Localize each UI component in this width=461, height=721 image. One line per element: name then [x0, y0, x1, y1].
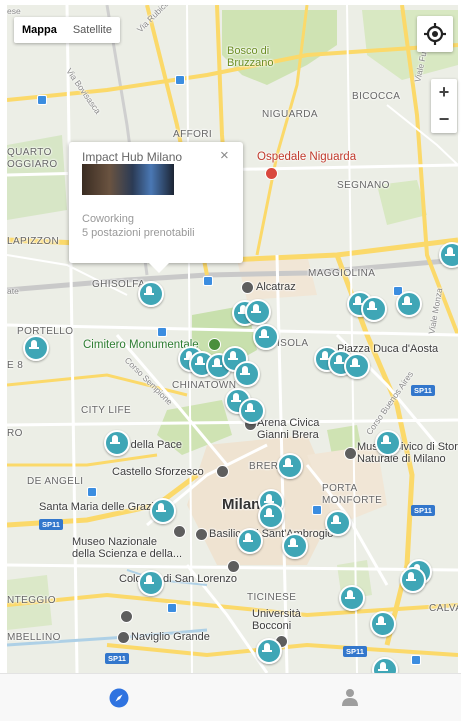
metro-stop-icon	[175, 75, 185, 85]
map-label-maggiolina: MAGGIOLINA	[308, 268, 376, 279]
map-label-nteggio: NTEGGIO	[7, 595, 56, 606]
canal-icon	[117, 631, 130, 644]
metro-stop-icon	[157, 327, 167, 337]
map-label-ghisolfa: GHISOLFA	[92, 279, 146, 290]
coworking-marker[interactable]	[282, 533, 308, 559]
coworking-marker[interactable]	[439, 242, 458, 268]
coworking-marker[interactable]	[277, 453, 303, 479]
basilica-icon	[195, 528, 208, 541]
road-badge: SP11	[411, 385, 435, 396]
info-window-category: Coworking	[82, 213, 134, 225]
map-label-arena: Arena Civica Gianni Brera	[257, 417, 320, 441]
zoom-control: + −	[431, 79, 457, 133]
map-label-ospedale: Ospedale Niguarda	[257, 151, 357, 163]
cemetery-icon	[208, 338, 221, 351]
coworking-marker[interactable]	[237, 528, 263, 554]
coworking-marker[interactable]	[253, 324, 279, 350]
venue-photo[interactable]	[82, 164, 174, 195]
coworking-marker[interactable]	[370, 611, 396, 637]
map-label-affori: AFFORI	[173, 129, 213, 140]
map-label-ticinese: TICINESE	[247, 592, 297, 603]
coworking-marker[interactable]	[258, 503, 284, 529]
museum-icon	[344, 447, 357, 460]
map-label-basilica: Basilica di Sant'Ambrogio	[209, 528, 334, 540]
map-label-city-life: CITY LIFE	[81, 405, 132, 416]
coworking-marker[interactable]	[138, 570, 164, 596]
coworking-marker[interactable]	[23, 335, 49, 361]
compass-icon	[109, 688, 129, 708]
coworking-marker[interactable]	[396, 291, 422, 317]
map-label-calva: CALVA	[429, 603, 458, 614]
metro-stop-icon	[37, 95, 47, 105]
nav-explore-button[interactable]	[0, 674, 230, 721]
map-label-niguarda: NIGUARDA	[262, 109, 318, 120]
landmark-icon	[227, 560, 240, 573]
map-label-isola: ISOLA	[277, 338, 309, 349]
coworking-marker[interactable]	[150, 498, 176, 524]
map-label-portello: PORTELLO	[17, 326, 74, 337]
coworking-marker[interactable]	[256, 638, 282, 664]
info-window-title[interactable]: Impact Hub Milano	[82, 150, 182, 164]
coworking-marker[interactable]	[104, 430, 130, 456]
coworking-marker[interactable]	[138, 281, 164, 307]
coworking-marker[interactable]	[344, 353, 370, 379]
my-location-button[interactable]	[417, 16, 453, 52]
nav-profile-button[interactable]	[230, 674, 460, 721]
map-label-naviglio: Naviglio Grande	[131, 631, 210, 643]
coworking-marker[interactable]	[339, 585, 365, 611]
road-badge: SP11	[39, 519, 63, 530]
close-icon[interactable]: ×	[220, 147, 229, 164]
map-label-colonne: Colonne di San Lorenzo	[119, 573, 238, 585]
metro-stop-icon	[411, 655, 421, 665]
road-badge: SP11	[411, 505, 435, 516]
metro-stop-icon	[87, 487, 97, 497]
map-type-map-button[interactable]: Mappa	[14, 17, 65, 43]
map-label-santa-maria: Santa Maria delle Grazie	[39, 501, 161, 513]
map-label-ese: ese	[7, 6, 21, 16]
metro-stop-icon	[203, 276, 213, 286]
map-label-castello: Castello Sforzesco	[112, 466, 204, 478]
coworking-marker[interactable]	[239, 398, 265, 424]
map-label-porta-monforte: PORTA MONFORTE	[322, 483, 383, 506]
map-label-bosco: Bosco di Bruzzano	[227, 45, 274, 69]
metro-stop-icon	[312, 505, 322, 515]
map-label-alcatraz: Alcatraz	[256, 281, 296, 293]
map-label-lapizzon: LAPIZZON	[7, 236, 60, 247]
map-label-e8: E 8	[7, 360, 24, 371]
poi-icon	[120, 610, 133, 623]
coworking-marker[interactable]	[375, 430, 401, 456]
map-label-universita: Università Bocconi	[252, 608, 301, 632]
map-label-segnano: SEGNANO	[337, 180, 390, 191]
map-label-chinatown: CHINATOWN	[172, 380, 237, 391]
coworking-marker[interactable]	[361, 296, 387, 322]
road-badge: SP11	[343, 646, 367, 657]
map-label-museo-scienza: Museo Nazionale della Scienza e della...	[72, 536, 183, 560]
coworking-marker[interactable]	[400, 567, 426, 593]
bottom-navigation	[0, 673, 461, 721]
map-label-quarto-oggiaro: QUARTO OGGIARO	[7, 147, 58, 170]
info-window: Impact Hub Milano × Coworking 5 postazio…	[69, 142, 243, 273]
map-type-satellite-button[interactable]: Satellite	[65, 17, 120, 43]
map-label-mbellino: MBELLINO	[7, 632, 61, 643]
crosshair-icon	[424, 23, 446, 45]
castle-icon	[216, 465, 229, 478]
zoom-out-button[interactable]: −	[431, 106, 457, 133]
map-label-ate: ate	[7, 286, 19, 296]
coworking-marker[interactable]	[325, 510, 351, 536]
map-view[interactable]: ese Via Rubicone Viale Fulvio Testi Bosc…	[7, 5, 458, 673]
zoom-in-button[interactable]: +	[431, 79, 457, 106]
metro-stop-icon	[167, 603, 177, 613]
map-label-bicocca: BICOCCA	[352, 91, 401, 102]
coworking-marker[interactable]	[245, 299, 271, 325]
map-label-de-angeli: DE ANGELI	[27, 476, 84, 487]
info-window-description: 5 postazioni prenotabili	[82, 227, 195, 239]
person-icon	[342, 689, 358, 706]
map-type-selector: Mappa Satellite	[14, 17, 120, 43]
map-label-museo-civico: Museo Civico di Stor Naturale di Milano	[357, 441, 458, 465]
hospital-icon	[265, 167, 278, 180]
venue-icon	[241, 281, 254, 294]
coworking-marker[interactable]	[234, 361, 260, 387]
map-label-ro: RO	[7, 428, 23, 439]
road-badge: SP11	[105, 653, 129, 664]
